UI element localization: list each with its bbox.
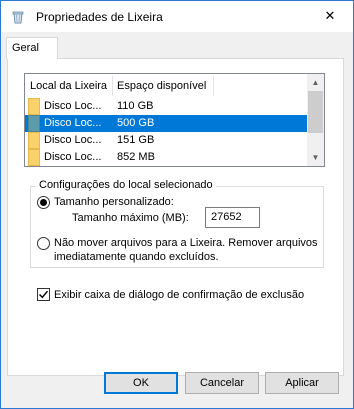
available-space: 852 MB [117,151,155,163]
available-space: 151 GB [117,134,155,146]
list-item[interactable]: Disco Loc... 852 MB [25,149,308,166]
no-move-radio[interactable] [37,237,50,250]
drive-folder-icon [28,98,40,115]
title-bar[interactable]: Propriedades de Lixeira ✕ [1,1,353,33]
location-name: Disco Loc... [44,151,102,163]
window-title: Propriedades de Lixeira [36,10,163,24]
recycle-bin-properties-window: Propriedades de Lixeira ✕ Geral Local da… [0,0,354,409]
list-header: Local da Lixeira Espaço disponível [25,74,308,98]
custom-size-radio[interactable] [37,196,50,209]
list-item[interactable]: Disco Loc... 110 GB [25,98,308,115]
no-move-label-line2[interactable]: imediatamente quando excluídos. [54,250,219,264]
no-move-label-line1[interactable]: Não mover arquivos para a Lixeira. Remov… [54,236,318,250]
scroll-down-icon[interactable]: ▼ [307,149,324,166]
scroll-thumb[interactable] [308,91,323,133]
recycle-bin-icon [11,10,25,24]
available-space: 500 GB [117,117,155,129]
column-header-space[interactable]: Espaço disponível [117,80,206,92]
recycle-bin-location-list[interactable]: Local da Lixeira Espaço disponível Disco… [24,73,325,167]
location-name: Disco Loc... [44,100,102,112]
tab-geral[interactable]: Geral [6,37,58,59]
apply-button[interactable]: Aplicar [265,372,339,394]
location-name: Disco Loc... [44,117,102,129]
scroll-up-icon[interactable]: ▲ [307,74,324,91]
column-separator[interactable] [213,76,214,96]
checkmark-icon [39,290,49,299]
ok-button[interactable]: OK [104,372,178,394]
max-size-label: Tamanho máximo (MB): [72,212,189,224]
drive-folder-icon [28,149,40,166]
list-item[interactable]: Disco Loc... 151 GB [25,132,308,149]
max-size-input[interactable]: 27652 [205,207,260,228]
close-button[interactable]: ✕ [307,1,353,31]
list-item-selected[interactable]: Disco Loc... 500 GB [25,115,308,132]
group-title: Configurações do local selecionado [36,179,216,191]
drive-folder-icon [28,115,40,132]
dialog-body: Geral Local da Lixeira Espaço disponível… [1,32,353,408]
confirm-delete-label[interactable]: Exibir caixa de diálogo de confirmação d… [54,288,304,302]
column-header-location[interactable]: Local da Lixeira [30,80,107,92]
confirm-delete-checkbox[interactable] [37,288,50,301]
custom-size-label[interactable]: Tamanho personalizado: [54,195,174,209]
location-name: Disco Loc... [44,134,102,146]
drive-folder-icon [28,132,40,149]
column-separator[interactable] [112,76,113,96]
available-space: 110 GB [117,100,154,112]
close-icon: ✕ [324,8,336,23]
vertical-scrollbar[interactable]: ▲ ▼ [307,74,324,166]
cancel-button[interactable]: Cancelar [185,372,259,394]
